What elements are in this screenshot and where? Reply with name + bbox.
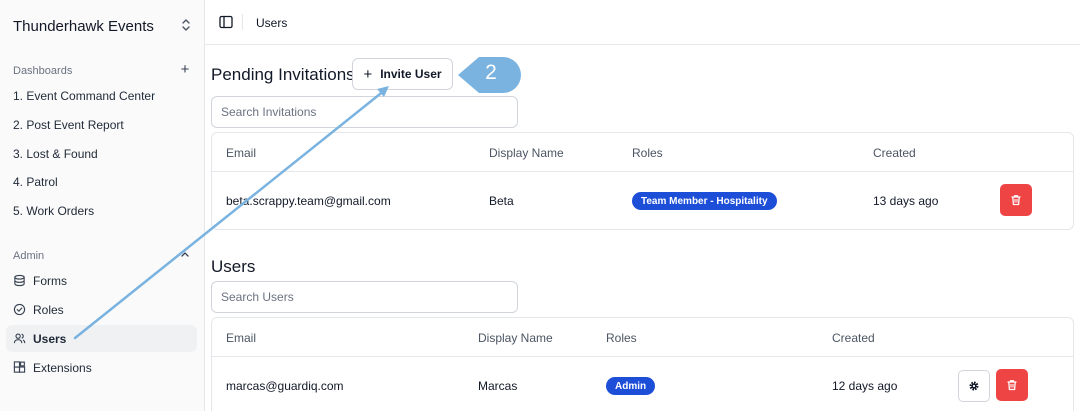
step-number: 2: [485, 61, 497, 84]
invitation-display-name: Beta: [489, 194, 514, 208]
user-email: marcas@guardiq.com: [226, 379, 344, 393]
sidebar-item-event-command-center[interactable]: 1. Event Command Center: [6, 82, 197, 109]
column-header-created[interactable]: Created: [832, 331, 875, 345]
table-header: Email Display Name Roles Created: [212, 318, 1073, 357]
sidebar-item-label: Users: [33, 331, 67, 346]
search-invitations-input[interactable]: [211, 96, 518, 128]
collapse-admin-button[interactable]: [178, 248, 192, 262]
divider: [242, 14, 243, 30]
pending-invitations-title: Pending Invitations: [211, 65, 355, 84]
check-circle-icon: [13, 303, 26, 316]
sidebar-item-work-orders[interactable]: 5. Work Orders: [6, 197, 197, 224]
sidebar-item-label: 3. Lost & Found: [13, 146, 98, 161]
org-switcher[interactable]: Thunderhawk Events: [13, 16, 193, 36]
sidebar-item-roles[interactable]: Roles: [6, 296, 197, 323]
trash-icon: [1011, 195, 1021, 206]
plus-icon: +: [363, 65, 373, 83]
user-created: 12 days ago: [832, 379, 898, 393]
column-header-email[interactable]: Email: [226, 146, 256, 160]
chevron-up-icon: [181, 252, 189, 257]
delete-user-button[interactable]: [996, 369, 1028, 401]
role-badge: Admin: [606, 377, 656, 395]
user-settings-button[interactable]: [958, 370, 990, 402]
database-icon: [13, 274, 26, 287]
dashboards-section-label: Dashboards: [13, 65, 73, 77]
sidebar-item-label: 4. Patrol: [13, 174, 58, 189]
trash-icon: [1007, 380, 1017, 391]
sidebar-item-patrol[interactable]: 4. Patrol: [6, 168, 197, 195]
column-header-display-name[interactable]: Display Name: [489, 146, 564, 160]
breadcrumb: Users: [256, 16, 288, 30]
admin-section-label: Admin: [13, 250, 45, 262]
column-header-roles[interactable]: Roles: [606, 331, 637, 345]
sidebar-item-lost-and-found[interactable]: 3. Lost & Found: [6, 140, 197, 167]
sidebar-item-users[interactable]: Users: [6, 325, 197, 352]
top-bar: Users: [205, 0, 1080, 45]
users-icon: [13, 332, 26, 345]
table-row: beta.scrappy.team@gmail.com Beta Team Me…: [212, 172, 1073, 229]
chevrons-up-down-icon: [179, 18, 193, 35]
add-dashboard-button[interactable]: +: [178, 62, 192, 77]
sidebar-item-label: Extensions: [33, 360, 92, 375]
sidebar-item-label: Forms: [33, 273, 67, 288]
role-badge: Team Member - Hospitality: [632, 192, 777, 210]
invitation-created: 13 days ago: [873, 194, 939, 208]
column-header-created[interactable]: Created: [873, 146, 916, 160]
sidebar-item-label: 1. Event Command Center: [13, 88, 156, 103]
sidebar-item-label: 2. Post Event Report: [13, 117, 124, 132]
sidebar-toggle-icon[interactable]: [219, 15, 233, 29]
users-table: Email Display Name Roles Created marcas@…: [211, 317, 1074, 411]
invite-user-button[interactable]: + Invite User: [352, 58, 453, 90]
column-header-display-name[interactable]: Display Name: [478, 331, 553, 345]
column-header-email[interactable]: Email: [226, 331, 256, 345]
search-users-input[interactable]: [211, 281, 518, 313]
table-header: Email Display Name Roles Created: [212, 133, 1073, 172]
invitation-email: beta.scrappy.team@gmail.com: [226, 194, 391, 208]
invitations-table: Email Display Name Roles Created beta.sc…: [211, 132, 1074, 230]
sidebar-item-post-event-report[interactable]: 2. Post Event Report: [6, 111, 197, 138]
user-display-name: Marcas: [478, 379, 518, 393]
sidebar-item-extensions[interactable]: Extensions: [6, 354, 197, 381]
table-row: marcas@guardiq.com Marcas Admin 12 days …: [212, 357, 1073, 411]
delete-invitation-button[interactable]: [1000, 184, 1032, 216]
column-header-roles[interactable]: Roles: [632, 146, 663, 160]
sidebar-item-label: Roles: [33, 302, 64, 317]
org-name: Thunderhawk Events: [13, 17, 154, 35]
users-title: Users: [211, 257, 256, 276]
invite-user-label: Invite User: [380, 67, 442, 81]
gear-icon: [969, 381, 979, 391]
sidebar: Thunderhawk Events Dashboards + 1. Event…: [0, 0, 205, 411]
blocks-icon: [13, 361, 26, 374]
sidebar-item-label: 5. Work Orders: [13, 203, 95, 218]
sidebar-item-forms[interactable]: Forms: [6, 267, 197, 294]
